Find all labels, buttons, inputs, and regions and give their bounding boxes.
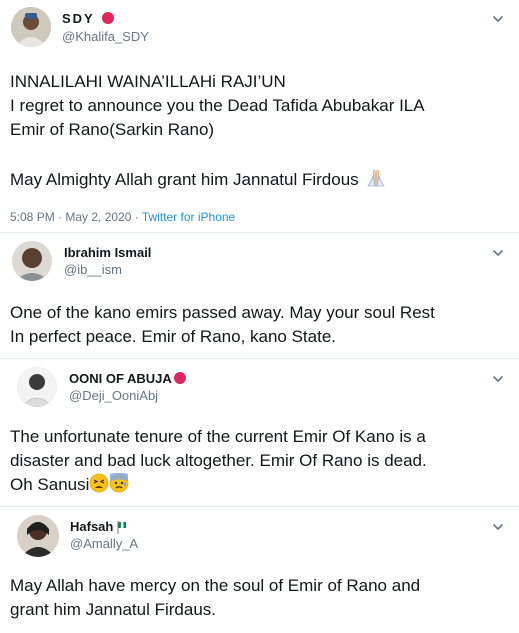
user-handle[interactable]: @Deji_OoniAbj xyxy=(69,388,158,403)
tweet-line-text: May Almighty Allah grant him Jannatul Fi… xyxy=(10,170,359,189)
tweet-text: INNALILAHI WAINA’ILLAHi RAJI’UN I regret… xyxy=(10,70,510,195)
tweet-ib-ism[interactable]: Ibrahim Ismail @ib__ism One of the kano … xyxy=(0,233,519,358)
user-handle[interactable]: @Amally_A xyxy=(70,536,138,551)
tweet-line: Emir of Rano(Sarkin Rano) xyxy=(10,120,215,139)
chevron-down-icon[interactable] xyxy=(491,12,505,26)
chevron-down-icon[interactable] xyxy=(491,246,505,260)
folded-hands-emoji xyxy=(363,166,389,195)
avatar[interactable] xyxy=(17,515,59,557)
tweet-text: The unfortunate tenure of the current Em… xyxy=(10,425,510,500)
tweet-deji-ooniabj[interactable]: OONI OF ABUJA @Deji_OoniAbj The unfortun… xyxy=(0,359,519,506)
nigeria-flag-icon xyxy=(117,521,127,537)
tweet-line: Oh Sanusi xyxy=(10,472,510,500)
timestamp-text[interactable]: 5:08 PM · May 2, 2020 · xyxy=(10,210,142,224)
tweet-line: disaster and bad luck altogether. Emir O… xyxy=(10,451,427,470)
tweet-line: One of the kano emirs passed away. May y… xyxy=(10,303,435,322)
display-name[interactable]: Hafsah xyxy=(70,519,127,537)
tweet-line: INNALILAHI WAINA’ILLAHi RAJI’UN xyxy=(10,72,286,91)
red-circle-icon xyxy=(173,372,186,384)
chevron-down-icon[interactable] xyxy=(491,372,505,386)
tweet-khalifa-sdy[interactable]: SDY @Khalifa_SDY INNALILAHI WAINA’ILLAHi… xyxy=(0,0,519,232)
red-circle-icon xyxy=(102,12,115,24)
tweet-line-text: Oh Sanusi xyxy=(10,475,90,494)
tweet-amally-a[interactable]: Hafsah @Amally_A May Allah have mercy on… xyxy=(0,507,519,633)
anxious-face-sweat-emoji xyxy=(109,472,129,500)
display-name-text: OONI OF ABUJA xyxy=(69,371,172,386)
weary-face-emoji xyxy=(89,473,109,500)
display-name[interactable]: Ibrahim Ismail xyxy=(64,245,151,260)
tweet-text: One of the kano emirs passed away. May y… xyxy=(10,301,510,349)
tweet-source-link[interactable]: Twitter for iPhone xyxy=(142,210,235,224)
user-handle[interactable]: @ib__ism xyxy=(64,262,122,277)
tweet-line: I regret to announce you the Dead Tafida… xyxy=(10,96,425,115)
avatar[interactable] xyxy=(11,7,51,47)
avatar[interactable] xyxy=(12,241,52,281)
user-handle[interactable]: @Khalifa_SDY xyxy=(62,29,149,44)
display-name[interactable]: SDY xyxy=(62,11,115,26)
tweet-text: May Allah have mercy on the soul of Emir… xyxy=(10,574,510,622)
display-name-text: SDY xyxy=(62,11,95,26)
tweet-line: May Allah have mercy on the soul of Emir… xyxy=(10,576,421,595)
display-name-text: Hafsah xyxy=(70,519,114,534)
tweet-line: In perfect peace. Emir of Rano, kano Sta… xyxy=(10,327,337,346)
chevron-down-icon[interactable] xyxy=(491,520,505,534)
avatar[interactable] xyxy=(17,367,57,407)
tweet-line xyxy=(10,142,510,166)
display-name[interactable]: OONI OF ABUJA xyxy=(69,371,186,386)
tweet-line: May Almighty Allah grant him Jannatul Fi… xyxy=(10,166,510,195)
tweet-line: grant him Jannatul Firdaus. xyxy=(10,600,216,619)
tweet-line: The unfortunate tenure of the current Em… xyxy=(10,427,426,446)
tweet-timestamp[interactable]: 5:08 PM · May 2, 2020 · Twitter for iPho… xyxy=(10,210,235,224)
